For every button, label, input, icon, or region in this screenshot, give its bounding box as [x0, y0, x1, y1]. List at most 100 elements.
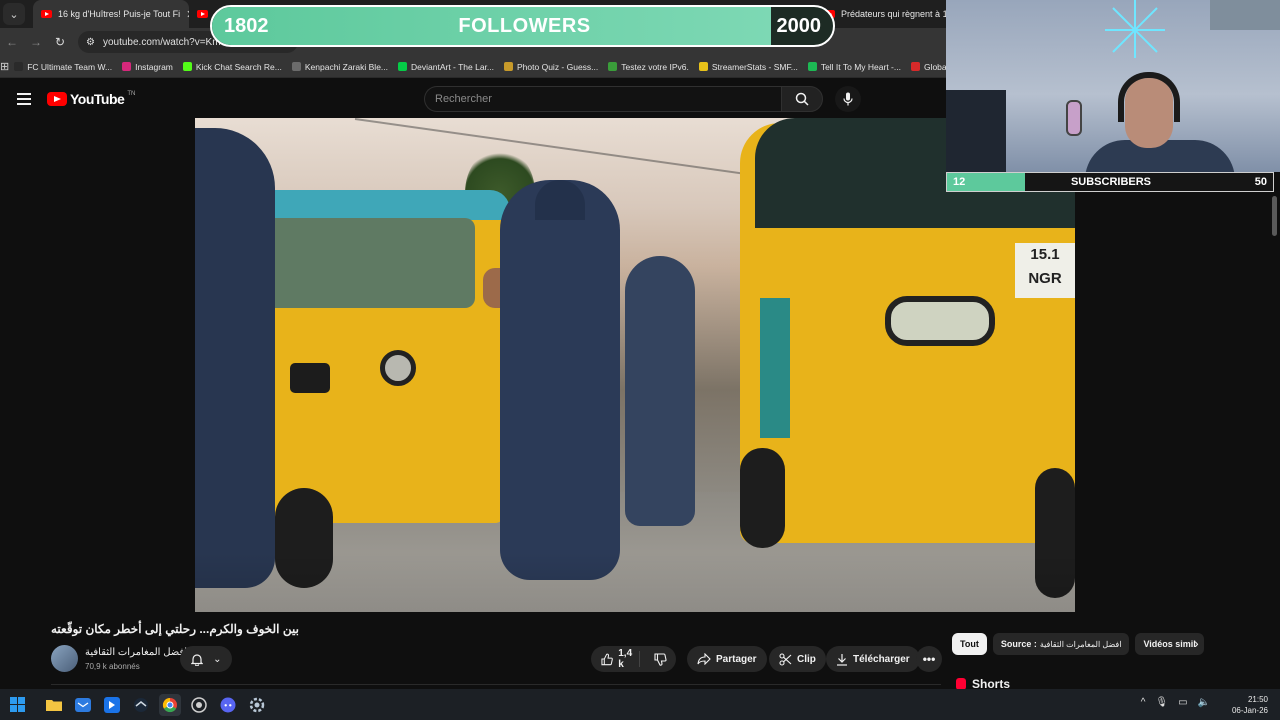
- tab-title: 16 kg d'Huîtres! Puis-je Tout Fi: [58, 9, 181, 19]
- like-dislike-group: 1,4 k: [591, 646, 676, 672]
- youtube-logo[interactable]: YouTube TN: [47, 91, 135, 107]
- tab-title: Prédateurs qui règnent à 107: [841, 9, 958, 19]
- neon-star-light: [1105, 0, 1165, 58]
- page-scrollbar[interactable]: [1272, 196, 1277, 236]
- chrome-icon[interactable]: [159, 693, 181, 716]
- bookmark-list: FC Ultimate Team W... Instagram Kick Chat …: [9, 62, 959, 72]
- video-player[interactable]: 15.1 NGR: [195, 118, 1075, 612]
- tab-active[interactable]: 16 kg d'Huîtres! Puis-je Tout Fi ✕: [33, 0, 189, 28]
- download-button[interactable]: Télécharger: [826, 646, 920, 672]
- download-label: Télécharger: [853, 653, 910, 665]
- power-line: [354, 118, 772, 179]
- channel-subscriber-count: 70,9 k abonnés: [85, 662, 140, 671]
- search-button[interactable]: [781, 86, 823, 112]
- mail-icon[interactable]: [72, 694, 94, 716]
- bookmark-label: DeviantArt - The Lar...: [411, 61, 495, 72]
- shadow: [195, 552, 1075, 612]
- bookmark-item[interactable]: FC Ultimate Team W...: [9, 62, 117, 72]
- file-explorer-icon[interactable]: [43, 694, 65, 716]
- bookmark-item[interactable]: Tell It To My Heart -...: [803, 62, 906, 72]
- youtube-favicon-icon: [41, 10, 52, 18]
- rickshaw-right-headlight: [885, 296, 995, 346]
- notifications-button[interactable]: ⌄: [180, 646, 232, 672]
- chip-source[interactable]: Source : افضل المغامرات الثقافية: [992, 633, 1130, 655]
- bookmark-label: FC Ultimate Team W...: [27, 61, 113, 72]
- bell-icon: [190, 653, 203, 666]
- bookmark-favicon-icon: [608, 62, 618, 71]
- bookmark-favicon-icon: [182, 62, 192, 71]
- webcam-door: [1210, 0, 1280, 30]
- channel-avatar[interactable]: [51, 645, 78, 672]
- video-title: بين الخوف والكرم... رحلتي إلى أخطر مكان …: [51, 622, 299, 636]
- app-icon[interactable]: [101, 694, 123, 716]
- share-icon: [697, 653, 711, 665]
- tab-right[interactable]: Prédateurs qui règnent à 107: [824, 0, 958, 28]
- like-count: 1,4 k: [618, 648, 633, 670]
- followers-goal-bar: 1802 FOLLOWERS 2000: [210, 5, 835, 47]
- menu-icon[interactable]: [17, 93, 31, 105]
- bookmark-label: Kenpachi Zaraki Ble...: [304, 61, 389, 72]
- forward-arrow-icon[interactable]: →: [24, 35, 48, 49]
- bookmark-item[interactable]: DeviantArt - The Lar...: [393, 62, 499, 72]
- rickshaw-left-windshield: [265, 218, 475, 308]
- rickshaw-left-headlight: [380, 350, 416, 386]
- steam-icon[interactable]: [130, 694, 152, 716]
- more-icon: •••: [922, 652, 936, 666]
- chip-all[interactable]: Tout: [952, 633, 987, 655]
- search-input[interactable]: [424, 86, 781, 112]
- thumbs-up-icon: [601, 653, 613, 665]
- rickshaw-left-grille: [290, 363, 330, 393]
- apps-grid-icon[interactable]: ⊞: [0, 60, 9, 73]
- youtube-favicon-icon: [197, 10, 208, 18]
- headphones-icon: [1118, 72, 1180, 122]
- share-button[interactable]: Partager: [687, 646, 767, 672]
- settings-icon[interactable]: [246, 694, 268, 716]
- webcam-shelf: [946, 90, 1006, 172]
- bookmark-label: Kick Chat Search Re...: [195, 61, 282, 72]
- bookmark-label: Instagram: [135, 61, 173, 72]
- bookmark-favicon-icon: [504, 62, 514, 71]
- bookmark-item[interactable]: Kenpachi Zaraki Ble...: [287, 62, 393, 72]
- more-actions-button[interactable]: •••: [916, 646, 942, 672]
- network-icon[interactable]: ▭: [1178, 697, 1187, 708]
- bookmark-item[interactable]: Kick Chat Search Re...: [178, 62, 287, 72]
- windows-start-icon[interactable]: [10, 697, 25, 712]
- youtube-header: YouTube TN: [0, 79, 946, 119]
- microphone-icon[interactable]: 🎙: [1155, 697, 1168, 708]
- figure-right: [625, 256, 695, 526]
- rickshaw-left-roof: [250, 190, 510, 220]
- subscribers-goal-bar: 12 SUBSCRIBERS 50: [946, 172, 1274, 192]
- bookmark-favicon-icon: [910, 62, 920, 71]
- volume-icon[interactable]: 🔈: [1198, 697, 1210, 708]
- clock-time: 21:50: [1247, 695, 1268, 704]
- reload-icon[interactable]: ↻: [48, 35, 72, 49]
- system-tray: ^ 🎙 ▭ 🔈: [1141, 697, 1210, 708]
- back-arrow-icon[interactable]: ←: [0, 35, 24, 49]
- bookmark-label: Tell It To My Heart -...: [820, 61, 901, 72]
- subscribers-goal: 50: [1254, 176, 1267, 188]
- thumbs-down-icon: [654, 652, 667, 666]
- tab-search-icon[interactable]: ⌄: [3, 3, 25, 25]
- clock[interactable]: 21:50 06-Jan-26: [1232, 694, 1268, 716]
- voice-search-button[interactable]: [835, 86, 861, 112]
- youtube-logo-text: YouTube: [70, 91, 125, 107]
- site-info-icon[interactable]: ⚙: [86, 37, 95, 48]
- clip-button[interactable]: Clip: [769, 646, 826, 672]
- chevron-down-icon: ⌄: [213, 653, 222, 665]
- chevron-up-icon[interactable]: ^: [1141, 697, 1146, 708]
- divider: [51, 684, 941, 685]
- url-text: youtube.com/watch?v=Km: [102, 36, 221, 48]
- bookmark-item[interactable]: Testez votre IPv6.: [603, 62, 694, 72]
- bookmark-item[interactable]: Photo Quiz - Guess...: [499, 62, 603, 72]
- license-plate: 15.1 NGR: [1015, 243, 1075, 298]
- rickshaw-right-door: [760, 298, 790, 438]
- like-button[interactable]: 1,4 k: [591, 648, 641, 670]
- discord-icon[interactable]: [217, 694, 239, 716]
- related-filter-chips: Tout Source : افضل المغامرات الثقافية Vi…: [952, 633, 1204, 655]
- bookmark-item[interactable]: StreamerStats - SMF...: [694, 62, 803, 72]
- channel-name[interactable]: افضل المغامرات الثقافية: [85, 647, 187, 658]
- github-icon[interactable]: [188, 694, 210, 716]
- dislike-button[interactable]: [645, 652, 676, 666]
- chevron-right-icon[interactable]: ›: [1194, 635, 1199, 651]
- bookmark-item[interactable]: Instagram: [117, 62, 178, 72]
